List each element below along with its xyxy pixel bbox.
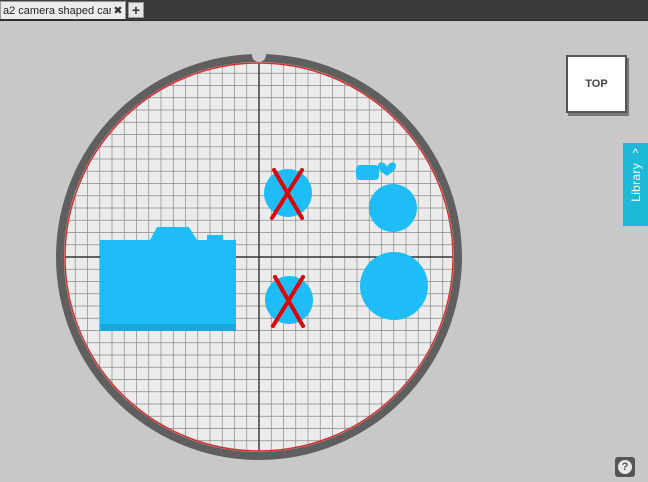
library-label: Library bbox=[628, 163, 643, 202]
circle-shape-medium[interactable] bbox=[369, 184, 417, 232]
help-button[interactable]: ? bbox=[615, 457, 635, 477]
tab-bar: a2 camera shaped card ✖ + bbox=[0, 0, 648, 21]
design-canvas[interactable] bbox=[0, 21, 648, 482]
circle-shape-large[interactable] bbox=[360, 252, 428, 320]
view-cube[interactable]: TOP bbox=[566, 55, 627, 113]
view-cube-label: TOP bbox=[585, 78, 608, 90]
rounded-rect-shape[interactable] bbox=[356, 165, 379, 180]
help-icon: ? bbox=[618, 460, 632, 474]
project-tab[interactable]: a2 camera shaped card ✖ bbox=[0, 1, 126, 19]
library-tab[interactable]: ^ Library bbox=[623, 143, 648, 226]
close-tab-icon[interactable]: ✖ bbox=[111, 4, 125, 17]
mat-notch bbox=[252, 48, 266, 62]
camera-shape[interactable] bbox=[100, 227, 236, 331]
chevron-up-icon: ^ bbox=[632, 146, 639, 160]
project-tab-label: a2 camera shaped card bbox=[3, 4, 111, 17]
add-tab-button[interactable]: + bbox=[128, 2, 144, 18]
